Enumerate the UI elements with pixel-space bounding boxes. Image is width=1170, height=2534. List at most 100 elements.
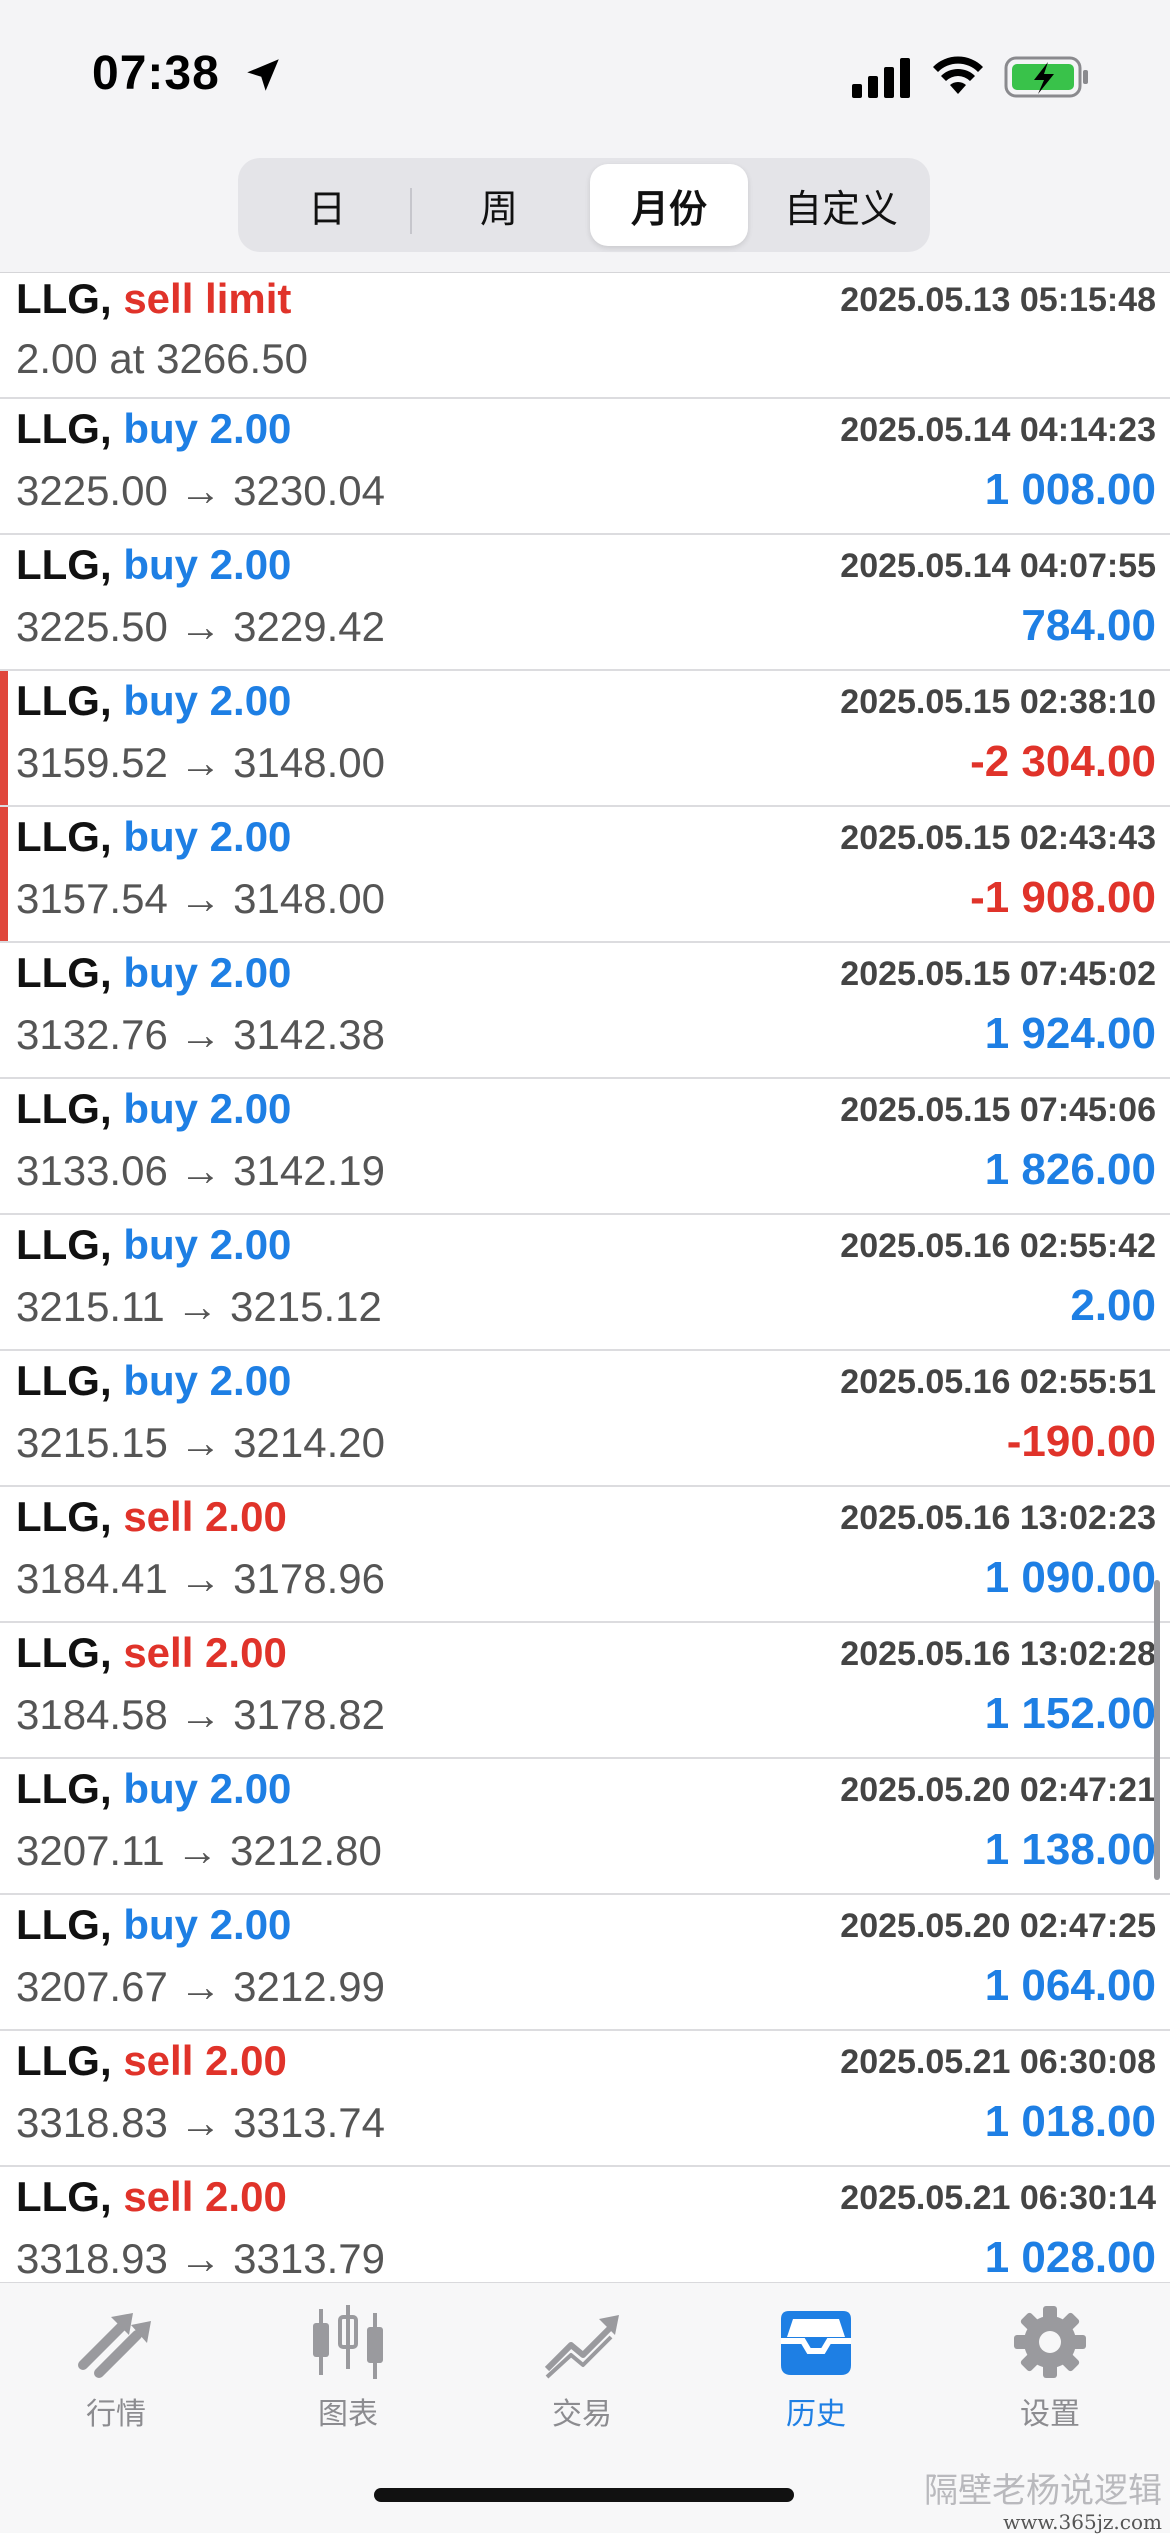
order-symbol: LLG, [16,949,112,996]
order-action: buy 2.00 [123,1221,292,1268]
tab-charts-label: 图表 [318,2397,378,2432]
order-symbol-line: LLG, buy 2.00 [16,677,291,725]
order-profit: -2 304.00 [970,737,1156,786]
order-action: buy 2.00 [123,1357,292,1404]
order-symbol-line: LLG, sell limit [16,275,291,323]
order-datetime: 2025.05.16 13:02:23 [840,1499,1156,1537]
order-symbol-line: LLG, buy 2.00 [16,813,291,861]
order-action: buy 2.00 [123,949,292,996]
order-row[interactable]: LLG, buy 2.00 2025.05.20 02:47:25 3207.67 … [0,1895,1170,2031]
order-symbol: LLG, [16,813,112,860]
cellular-signal-icon [852,58,910,98]
wifi-icon [933,56,983,94]
order-symbol-line: LLG, buy 2.00 [16,1085,291,1133]
order-symbol-line: LLG, buy 2.00 [16,405,291,453]
order-datetime: 2025.05.20 02:47:25 [840,1907,1156,1945]
tab-quotes-label: 行情 [86,2397,146,2432]
order-symbol: LLG, [16,1221,112,1268]
order-row[interactable]: LLG, sell 2.00 2025.05.21 06:30:14 3318.93… [0,2167,1170,2283]
order-datetime: 2025.05.15 02:38:10 [840,683,1156,721]
history-tray-icon [781,2311,851,2375]
status-time: 07:38 [92,47,220,100]
segment-separator [410,188,412,234]
order-action: sell limit [123,275,292,322]
order-row[interactable]: LLG, buy 2.00 2025.05.16 02:55:51 3215.15 … [0,1351,1170,1487]
order-row[interactable]: LLG, sell 2.00 2025.05.16 13:02:23 3184.41… [0,1487,1170,1623]
order-datetime: 2025.05.14 04:07:55 [840,547,1156,585]
battery-charging-icon [1004,56,1088,98]
segment-month[interactable]: 月份 [590,164,748,246]
order-action: buy 2.00 [123,1765,292,1812]
order-profit: -1 908.00 [970,873,1156,922]
order-profit: 1 924.00 [984,1009,1156,1058]
segment-custom[interactable]: 自定义 [762,164,920,246]
order-profit: 1 826.00 [984,1145,1156,1194]
tab-trade[interactable]: 交易 [492,2303,672,2433]
order-symbol: LLG, [16,405,112,452]
order-action: sell 2.00 [123,1629,287,1676]
order-row[interactable]: LLG, sell 2.00 2025.05.16 13:02:28 3184.58… [0,1623,1170,1759]
order-symbol: LLG, [16,2037,112,2084]
order-symbol: LLG, [16,1493,112,1540]
segment-day[interactable]: 日 [248,164,406,246]
order-row[interactable]: LLG, buy 2.00 2025.05.15 02:38:10 3159.52 … [0,671,1170,807]
order-datetime: 2025.05.13 05:15:48 [840,281,1156,319]
order-row[interactable]: LLG, buy 2.00 2025.05.15 07:45:06 3133.06 … [0,1079,1170,1215]
order-prices: 3184.58 → 3178.82 [16,1691,385,1738]
order-datetime: 2025.05.16 13:02:28 [840,1635,1156,1673]
order-prices: 3215.11 → 3215.12 [16,1283,382,1330]
order-row[interactable]: LLG, buy 2.00 2025.05.16 02:55:42 3215.11 … [0,1215,1170,1351]
loss-flag [0,807,8,941]
watermark-url: www.365jz.com [1003,2510,1162,2534]
order-row[interactable]: LLG, buy 2.00 2025.05.15 02:43:43 3157.54 … [0,807,1170,943]
tab-quotes[interactable]: 行情 [26,2303,206,2433]
order-row[interactable]: LLG, sell 2.00 2025.05.21 06:30:08 3318.83… [0,2031,1170,2167]
order-prices: 3318.93 → 3313.79 [16,2235,385,2282]
order-row[interactable]: LLG, sell limit 2025.05.13 05:15:48 2.00 a… [0,273,1170,399]
history-order-list[interactable]: LLG, sell limit 2025.05.13 05:15:48 2.00 a… [0,272,1170,2283]
order-action: buy 2.00 [123,813,292,860]
order-prices: 3157.54 → 3148.00 [16,875,385,922]
order-action: sell 2.00 [123,1493,287,1540]
gear-icon [1014,2306,1086,2378]
order-datetime: 2025.05.20 02:47:21 [840,1771,1156,1809]
tab-settings-label: 设置 [1020,2397,1080,2432]
order-row[interactable]: LLG, buy 2.00 2025.05.15 07:45:02 3132.76 … [0,943,1170,1079]
order-prices: 2.00 at 3266.50 [16,335,308,382]
home-indicator[interactable] [374,2488,794,2502]
order-datetime: 2025.05.15 07:45:02 [840,955,1156,993]
order-symbol-line: LLG, buy 2.00 [16,1901,291,1949]
order-prices: 3184.41 → 3178.96 [16,1555,385,1602]
order-profit: 1 064.00 [984,1961,1156,2010]
order-symbol: LLG, [16,1085,112,1132]
order-profit: 1 152.00 [984,1689,1156,1738]
tab-history[interactable]: 历史 [726,2303,906,2433]
scroll-indicator[interactable] [1154,1580,1160,1880]
order-symbol-line: LLG, sell 2.00 [16,2037,287,2085]
order-row[interactable]: LLG, buy 2.00 2025.05.14 04:14:23 3225.00 … [0,399,1170,535]
segment-week[interactable]: 周 [420,164,578,246]
order-action: buy 2.00 [123,541,292,588]
order-prices: 3318.83 → 3313.74 [16,2099,385,2146]
location-arrow-icon [247,59,279,91]
status-bar: 07:38 [0,0,1170,150]
order-row[interactable]: LLG, buy 2.00 2025.05.14 04:07:55 3225.50 … [0,535,1170,671]
order-symbol: LLG, [16,1765,112,1812]
tab-history-label: 历史 [786,2397,846,2432]
order-symbol-line: LLG, buy 2.00 [16,541,291,589]
order-prices: 3207.11 → 3212.80 [16,1827,382,1874]
order-datetime: 2025.05.16 02:55:42 [840,1227,1156,1265]
order-prices: 3225.50 → 3229.42 [16,603,385,650]
order-action: buy 2.00 [123,1085,292,1132]
order-datetime: 2025.05.21 06:30:14 [840,2179,1156,2217]
order-datetime: 2025.05.16 02:55:51 [840,1363,1156,1401]
tab-settings[interactable]: 设置 [960,2303,1140,2433]
order-row[interactable]: LLG, buy 2.00 2025.05.20 02:47:21 3207.11 … [0,1759,1170,1895]
order-action: buy 2.00 [123,405,292,452]
tab-charts[interactable]: 图表 [258,2303,438,2433]
order-profit: 1 018.00 [984,2097,1156,2146]
order-action: sell 2.00 [123,2173,287,2220]
order-symbol-line: LLG, sell 2.00 [16,1493,287,1541]
order-action: buy 2.00 [123,1901,292,1948]
watermark-text: 隔壁老杨说逻辑 [924,2471,1162,2511]
